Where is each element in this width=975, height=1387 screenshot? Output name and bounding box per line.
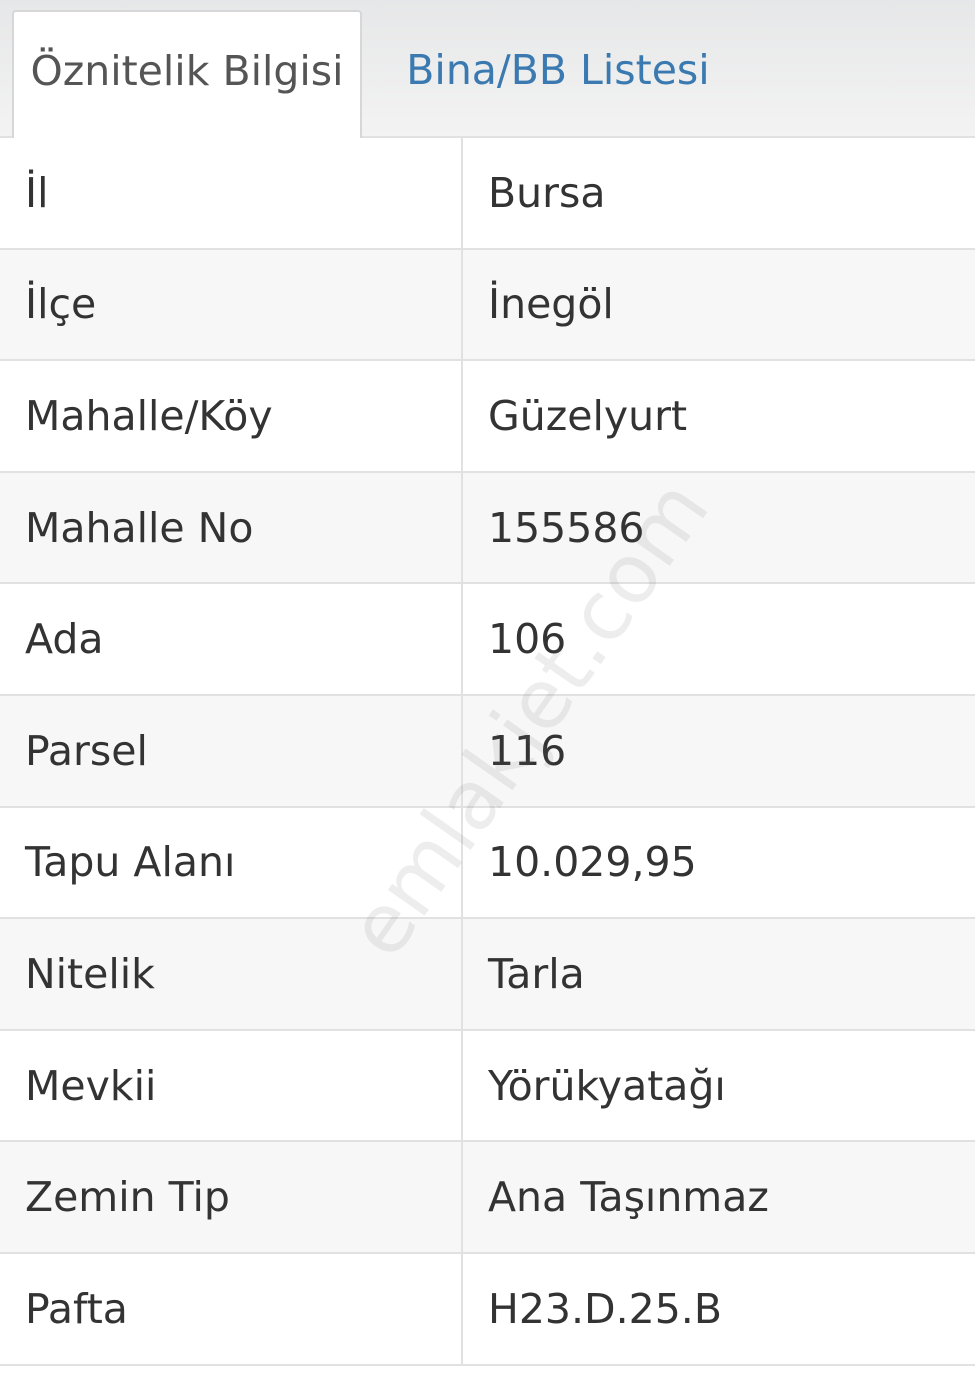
attribute-key: İl	[0, 138, 463, 248]
table-row: Mevkii Yörükyatağı	[0, 1030, 975, 1143]
attribute-value: Ana Taşınmaz	[488, 1173, 769, 1222]
attribute-key: Parsel	[0, 695, 463, 806]
table-row: Nitelik Tarla	[0, 919, 975, 1031]
attribute-key: Nitelik	[0, 919, 463, 1029]
table-row: Tapu Alanı 10.029,95	[0, 807, 975, 920]
attribute-value: Güzelyurt	[488, 391, 688, 440]
attribute-key: Ada	[0, 584, 463, 694]
attribute-key: Mevkii	[0, 1030, 463, 1141]
attribute-value: Tarla	[488, 949, 585, 998]
attribute-key: Tapu Alanı	[0, 807, 463, 918]
attribute-key: Pafta	[0, 1253, 463, 1364]
attribute-value: Bursa	[488, 168, 606, 217]
attribute-value: İnegöl	[488, 280, 614, 329]
attribute-value: 10.029,95	[488, 838, 697, 887]
attribute-table: İl Bursa İlçe İnegöl Mahalle/Köy Güzelyu…	[0, 136, 975, 1366]
attribute-value: Yörükyatağı	[488, 1061, 726, 1110]
attribute-key: İlçe	[0, 249, 463, 360]
tab-bar: Öznitelik Bilgisi Bina/BB Listesi	[0, 0, 975, 138]
tab-label: Öznitelik Bilgisi	[30, 47, 344, 95]
table-row: Pafta H23.D.25.B	[0, 1253, 975, 1366]
table-row: Ada 106	[0, 584, 975, 696]
attribute-value: 106	[488, 615, 567, 664]
table-row: İlçe İnegöl	[0, 249, 975, 362]
attribute-value: 116	[488, 726, 567, 775]
attribute-value: H23.D.25.B	[488, 1284, 722, 1333]
table-row: Parsel 116	[0, 695, 975, 808]
table-row: Zemin Tip Ana Taşınmaz	[0, 1142, 975, 1254]
attribute-value: 155586	[488, 503, 645, 552]
attribute-key: Zemin Tip	[0, 1142, 463, 1252]
attribute-key: Mahalle/Köy	[0, 361, 463, 471]
tab-label: Bina/BB Listesi	[406, 46, 710, 94]
table-row: İl Bursa	[0, 138, 975, 250]
attribute-key: Mahalle No	[0, 472, 463, 583]
table-row: Mahalle/Köy Güzelyurt	[0, 361, 975, 473]
tab-bina-bb-listesi[interactable]: Bina/BB Listesi	[378, 10, 738, 138]
table-row: Mahalle No 155586	[0, 472, 975, 585]
tab-oznitelik-bilgisi[interactable]: Öznitelik Bilgisi	[12, 10, 362, 138]
